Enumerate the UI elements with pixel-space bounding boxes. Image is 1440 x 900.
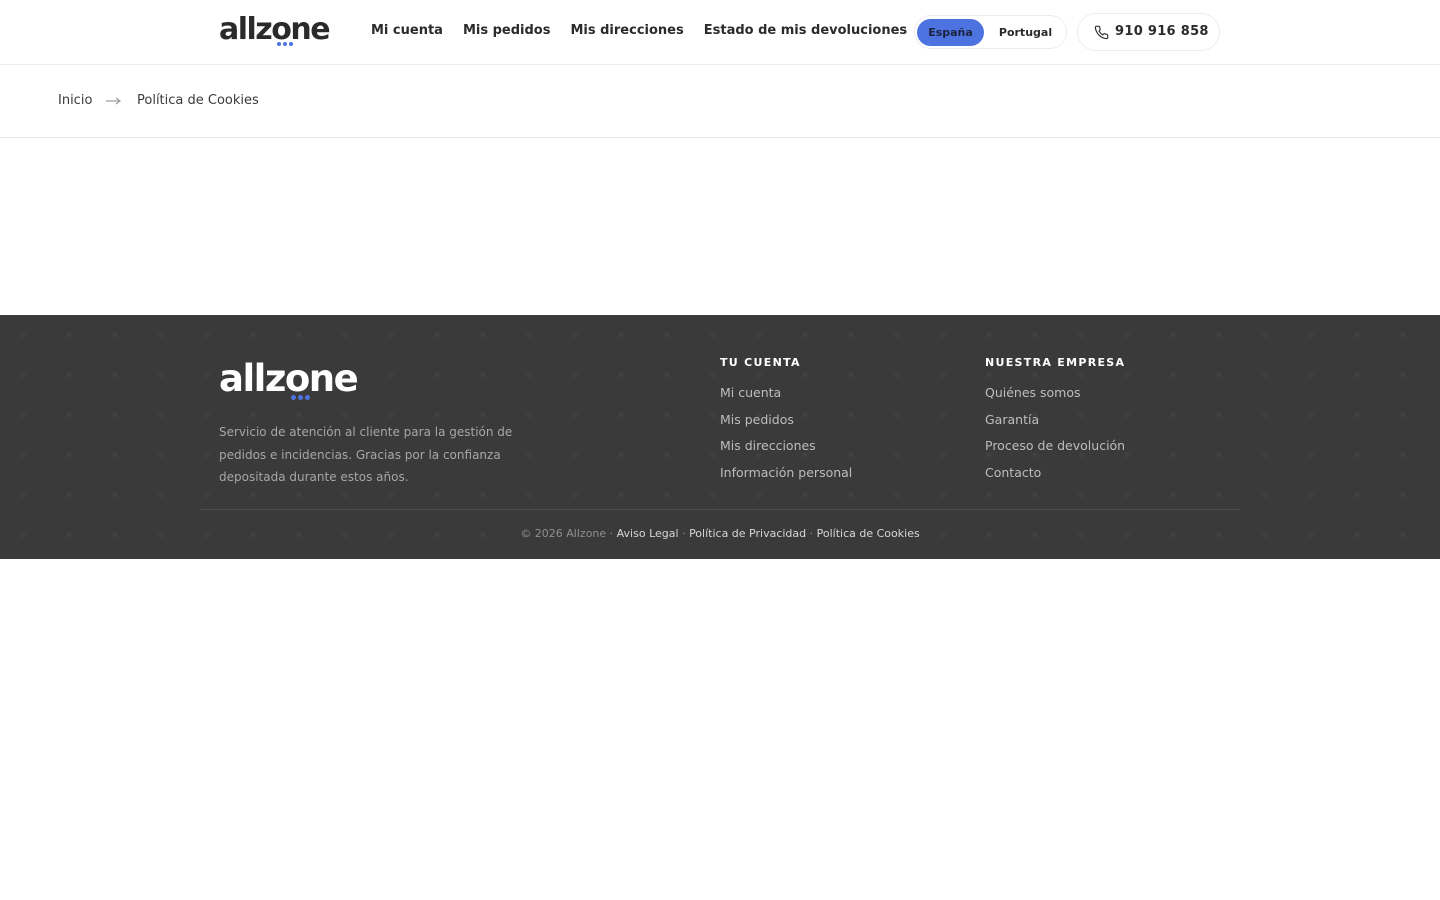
footer-logo[interactable]: allzone [219, 359, 363, 403]
nav-item-mi-cuenta[interactable]: Mi cuenta [371, 22, 443, 40]
nav-item-mis-direcciones[interactable]: Mis direcciones [570, 22, 683, 40]
logo-dots-icon [277, 42, 293, 46]
logo-dots-icon [291, 395, 310, 400]
breadcrumb-home-link[interactable]: Inicio [58, 92, 92, 110]
footer-link-mi-cuenta[interactable]: Mi cuenta [720, 384, 852, 402]
footer-column-title: NUESTRA EMPRESA [985, 356, 1126, 369]
country-option-portugal[interactable]: Portugal [987, 19, 1064, 46]
site-footer: Servicio de atención al cliente para la … [0, 315, 1440, 559]
main-nav: Mi cuenta Mis pedidos Mis direcciones Es… [371, 22, 907, 40]
header-logo[interactable]: allzone [219, 13, 335, 49]
footer-column-nuestra-empresa: NUESTRA EMPRESA Quiénes somos Garantía P… [985, 355, 1125, 491]
footer-link-mis-direcciones[interactable]: Mis direcciones [720, 437, 852, 455]
footer-column-tu-cuenta: TU CUENTA Mi cuenta Mis pedidos Mis dire… [720, 355, 852, 491]
legal-link-cookies[interactable]: Política de Cookies [817, 527, 920, 540]
footer-link-garantia[interactable]: Garantía [985, 411, 1125, 429]
nav-item-mis-pedidos[interactable]: Mis pedidos [463, 22, 551, 40]
footer-link-proceso-devolucion[interactable]: Proceso de devolución [985, 437, 1125, 455]
phone-button[interactable]: 910 916 858 [1077, 13, 1220, 51]
country-option-espana[interactable]: España [917, 19, 984, 46]
legal-separator: · [806, 527, 817, 540]
footer-link-informacion-personal[interactable]: Información personal [720, 464, 852, 482]
footer-column-title: TU CUENTA [720, 356, 801, 369]
legal-separator: · [606, 527, 617, 540]
legal-link-aviso-legal[interactable]: Aviso Legal [617, 527, 679, 540]
footer-divider [200, 509, 1240, 510]
logo-wordmark: allzone [219, 12, 331, 47]
legal-link-privacidad[interactable]: Política de Privacidad [689, 527, 806, 540]
copyright-text: © 2026 Allzone [520, 527, 607, 540]
footer-link-mis-pedidos[interactable]: Mis pedidos [720, 411, 852, 429]
footer-link-quienes-somos[interactable]: Quiénes somos [985, 384, 1125, 402]
nav-item-estado-devoluciones[interactable]: Estado de mis devoluciones [704, 22, 907, 40]
arrow-right-icon [106, 97, 121, 105]
phone-icon [1094, 25, 1109, 40]
breadcrumb-current: Política de Cookies [137, 93, 259, 108]
footer-link-contacto[interactable]: Contacto [985, 464, 1125, 482]
legal-separator: · [678, 527, 690, 540]
footer-description: Servicio de atención al cliente para la … [219, 425, 513, 484]
logo-wordmark: allzone [219, 357, 359, 400]
country-switch: España Portugal [914, 15, 1067, 49]
site-header: allzone Mi cuenta Mis pedidos Mis direcc… [0, 0, 1440, 65]
phone-number: 910 916 858 [1115, 24, 1209, 39]
footer-legal-bar: © 2026 Allzone · Aviso Legal · Política … [0, 526, 1440, 542]
breadcrumb: Inicio Política de Cookies [0, 65, 1440, 138]
